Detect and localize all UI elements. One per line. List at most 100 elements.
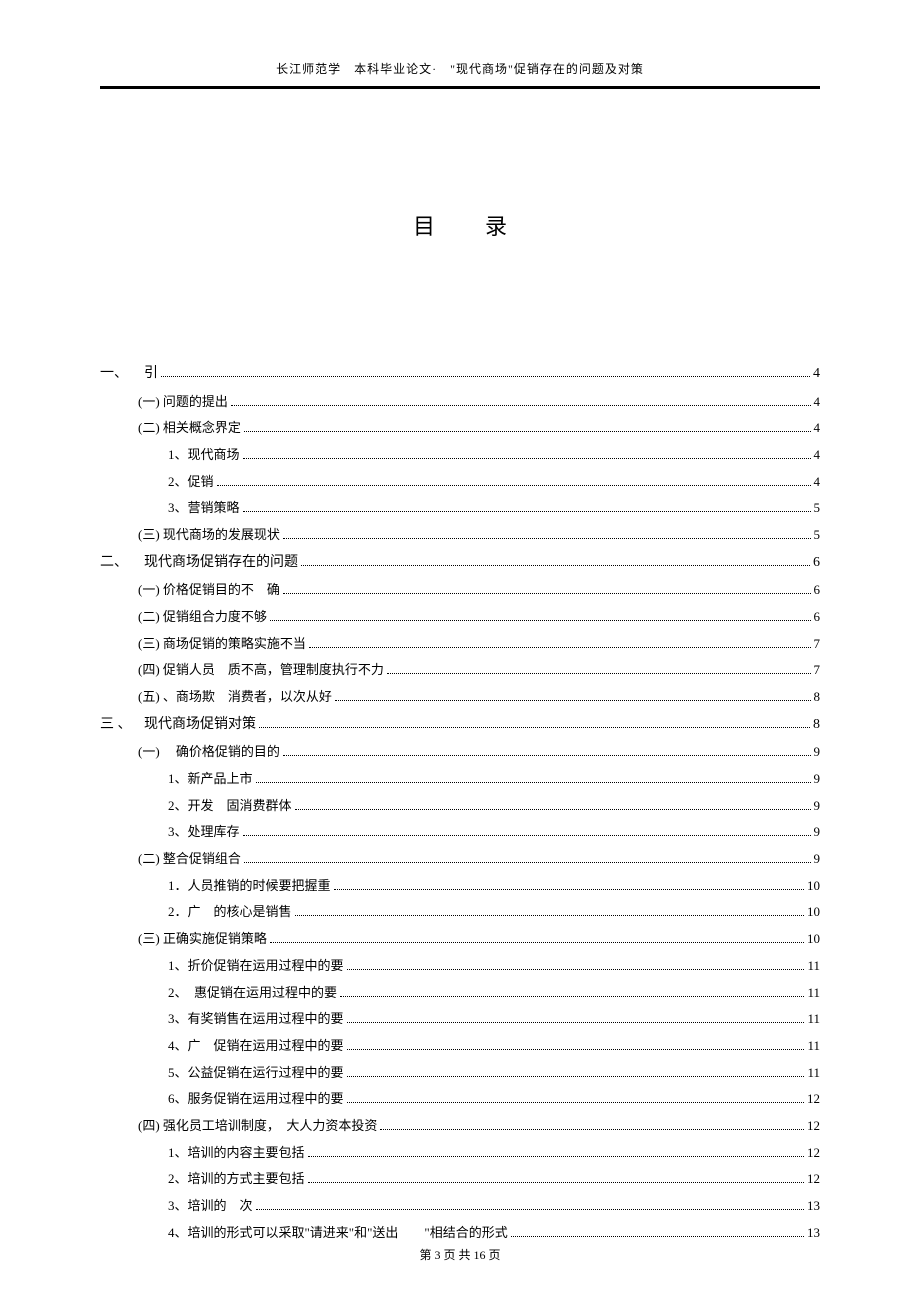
toc-entry: (二) 整合促销组合 9 <box>138 847 820 872</box>
toc-leader-dots <box>270 611 811 621</box>
toc-entry: (三) 现代商场的发展现状5 <box>138 523 820 548</box>
toc-leader-dots <box>283 529 811 539</box>
toc-leader-dots <box>295 800 811 810</box>
toc-entry-label: 1．人员推销的时候要把握重 <box>168 874 331 899</box>
toc-leader-dots <box>308 1147 804 1157</box>
toc-entry: (五) 、商场欺 消费者，以次从好 8 <box>138 685 820 710</box>
toc-leader-dots <box>347 960 805 970</box>
toc-entry-page: 13 <box>807 1194 820 1219</box>
toc-entry-page: 5 <box>814 496 821 521</box>
toc-entry-page: 4 <box>813 361 820 388</box>
toc-entry-page: 9 <box>814 767 821 792</box>
toc-entry: 二、现代商场促销存在的问题6 <box>100 550 820 577</box>
footer-suffix: 页 <box>486 1248 501 1262</box>
toc-leader-dots <box>295 907 804 917</box>
toc-entry-label: 1、培训的内容主要包括 <box>168 1141 305 1166</box>
toc-entry: 3、处理库存9 <box>168 820 820 845</box>
toc-leader-dots <box>347 1094 804 1104</box>
toc-entry-label: 2、培训的方式主要包括 <box>168 1167 305 1192</box>
toc-entry-page: 8 <box>814 685 821 710</box>
toc-entry: 2、促销4 <box>168 470 820 495</box>
toc-entry-label: (二) 相关概念界定 <box>138 416 241 441</box>
toc-entry-label: (五) 、商场欺 消费者，以次从好 <box>138 685 332 710</box>
toc-entry-page: 6 <box>814 578 821 603</box>
toc-entry: 3、有奖销售在运用过程中的要11 <box>168 1007 820 1032</box>
document-page: 长江师范学 本科毕业论文· "现代商场"促销存在的问题及对策 目录 一、引4(一… <box>0 0 920 1303</box>
toc-leader-dots <box>283 747 811 757</box>
toc-entry-label: 5、公益促销在运行过程中的要 <box>168 1061 344 1086</box>
toc-entry: 3、培训的 次 13 <box>168 1194 820 1219</box>
toc-leader-dots <box>308 1174 804 1184</box>
toc-entry-label: 1、现代商场 <box>168 443 240 468</box>
toc-entry-marker: 二、 <box>100 550 144 577</box>
table-of-contents: 一、引4(一) 问题的提出4(二) 相关概念界定41、现代商场42、促销43、营… <box>100 361 820 1245</box>
toc-leader-dots <box>259 717 810 728</box>
toc-entry: (一) 问题的提出4 <box>138 390 820 415</box>
toc-leader-dots <box>244 853 811 863</box>
toc-entry-page: 4 <box>814 416 821 441</box>
toc-leader-dots <box>244 423 811 433</box>
toc-entry-label: (三) 商场促销的策略实施不当 <box>138 632 306 657</box>
toc-leader-dots <box>270 933 804 943</box>
toc-leader-dots <box>243 503 811 513</box>
toc-leader-dots <box>283 585 811 595</box>
toc-entry-label: 2．广 的核心是销售 <box>168 900 292 925</box>
toc-entry-page: 4 <box>814 443 821 468</box>
toc-entry: (一) 确价格促销的目的 9 <box>138 740 820 765</box>
toc-entry-label: 二、现代商场促销存在的问题 <box>100 550 298 577</box>
toc-entry-page: 9 <box>814 740 821 765</box>
toc-entry-page: 11 <box>807 1061 820 1086</box>
toc-leader-dots <box>256 1200 804 1210</box>
toc-entry-label: 4、广 促销在运用过程中的要 <box>168 1034 344 1059</box>
toc-entry-page: 9 <box>814 794 821 819</box>
running-header: 长江师范学 本科毕业论文· "现代商场"促销存在的问题及对策 <box>100 60 820 85</box>
toc-entry-text: 现代商场促销对策 <box>144 717 256 732</box>
toc-entry-label: (四) 强化员工培训制度， 大人力资本投资 <box>138 1114 377 1139</box>
toc-entry-text: 引 <box>144 366 158 381</box>
toc-entry-label: (二) 促销组合力度不够 <box>138 605 267 630</box>
toc-entry: (三) 商场促销的策略实施不当 7 <box>138 632 820 657</box>
toc-entry-page: 4 <box>814 470 821 495</box>
toc-entry: 2、 惠促销在运用过程中的要11 <box>168 981 820 1006</box>
toc-entry-page: 10 <box>807 900 820 925</box>
toc-entry: 2．广 的核心是销售 10 <box>168 900 820 925</box>
toc-entry: 2、开发 固消费群体9 <box>168 794 820 819</box>
toc-leader-dots <box>243 449 811 459</box>
footer-prefix: 第 <box>419 1248 434 1262</box>
toc-entry: (二) 促销组合力度不够 6 <box>138 605 820 630</box>
toc-entry-text: 现代商场促销存在的问题 <box>144 555 298 570</box>
toc-entry: 1、培训的内容主要包括12 <box>168 1141 820 1166</box>
toc-entry-label: (一) 确价格促销的目的 <box>138 740 280 765</box>
toc-entry: 4、培训的形式可以采取"请进来"和"送出 "相结合的形式13 <box>168 1221 820 1246</box>
toc-entry-page: 12 <box>807 1114 820 1139</box>
toc-entry-page: 8 <box>813 712 820 739</box>
toc-leader-dots <box>256 773 811 783</box>
toc-entry: 一、引 4 <box>100 361 820 388</box>
toc-entry-page: 9 <box>814 847 821 872</box>
toc-leader-dots <box>511 1227 804 1237</box>
toc-entry-page: 13 <box>807 1221 820 1246</box>
toc-entry: 1、新产品上市9 <box>168 767 820 792</box>
toc-entry-label: (三) 正确实施促销策略 <box>138 927 267 952</box>
toc-entry: (三) 正确实施促销策略10 <box>138 927 820 952</box>
toc-entry-label: 三 、现代商场促销对策 <box>100 712 256 739</box>
toc-entry-page: 7 <box>814 632 821 657</box>
toc-leader-dots <box>301 555 810 566</box>
toc-leader-dots <box>347 1040 805 1050</box>
toc-leader-dots <box>231 396 811 406</box>
toc-entry-label: (一) 价格促销目的不 确 <box>138 578 280 603</box>
toc-entry-marker: 一、 <box>100 361 144 388</box>
toc-entry-label: 3、培训的 次 <box>168 1194 253 1219</box>
toc-entry-page: 12 <box>807 1087 820 1112</box>
toc-entry: 3、营销策略5 <box>168 496 820 521</box>
toc-leader-dots <box>334 880 804 890</box>
toc-entry-label: 3、有奖销售在运用过程中的要 <box>168 1007 344 1032</box>
toc-entry-page: 10 <box>807 874 820 899</box>
page-footer: 第 3 页 共 16 页 <box>0 1246 920 1263</box>
page-title: 目录 <box>100 209 820 241</box>
footer-total-pages: 16 <box>474 1248 486 1262</box>
toc-entry-page: 6 <box>814 605 821 630</box>
toc-entry-label: (二) 整合促销组合 <box>138 847 241 872</box>
toc-entry-page: 11 <box>807 981 820 1006</box>
toc-leader-dots <box>161 367 810 378</box>
